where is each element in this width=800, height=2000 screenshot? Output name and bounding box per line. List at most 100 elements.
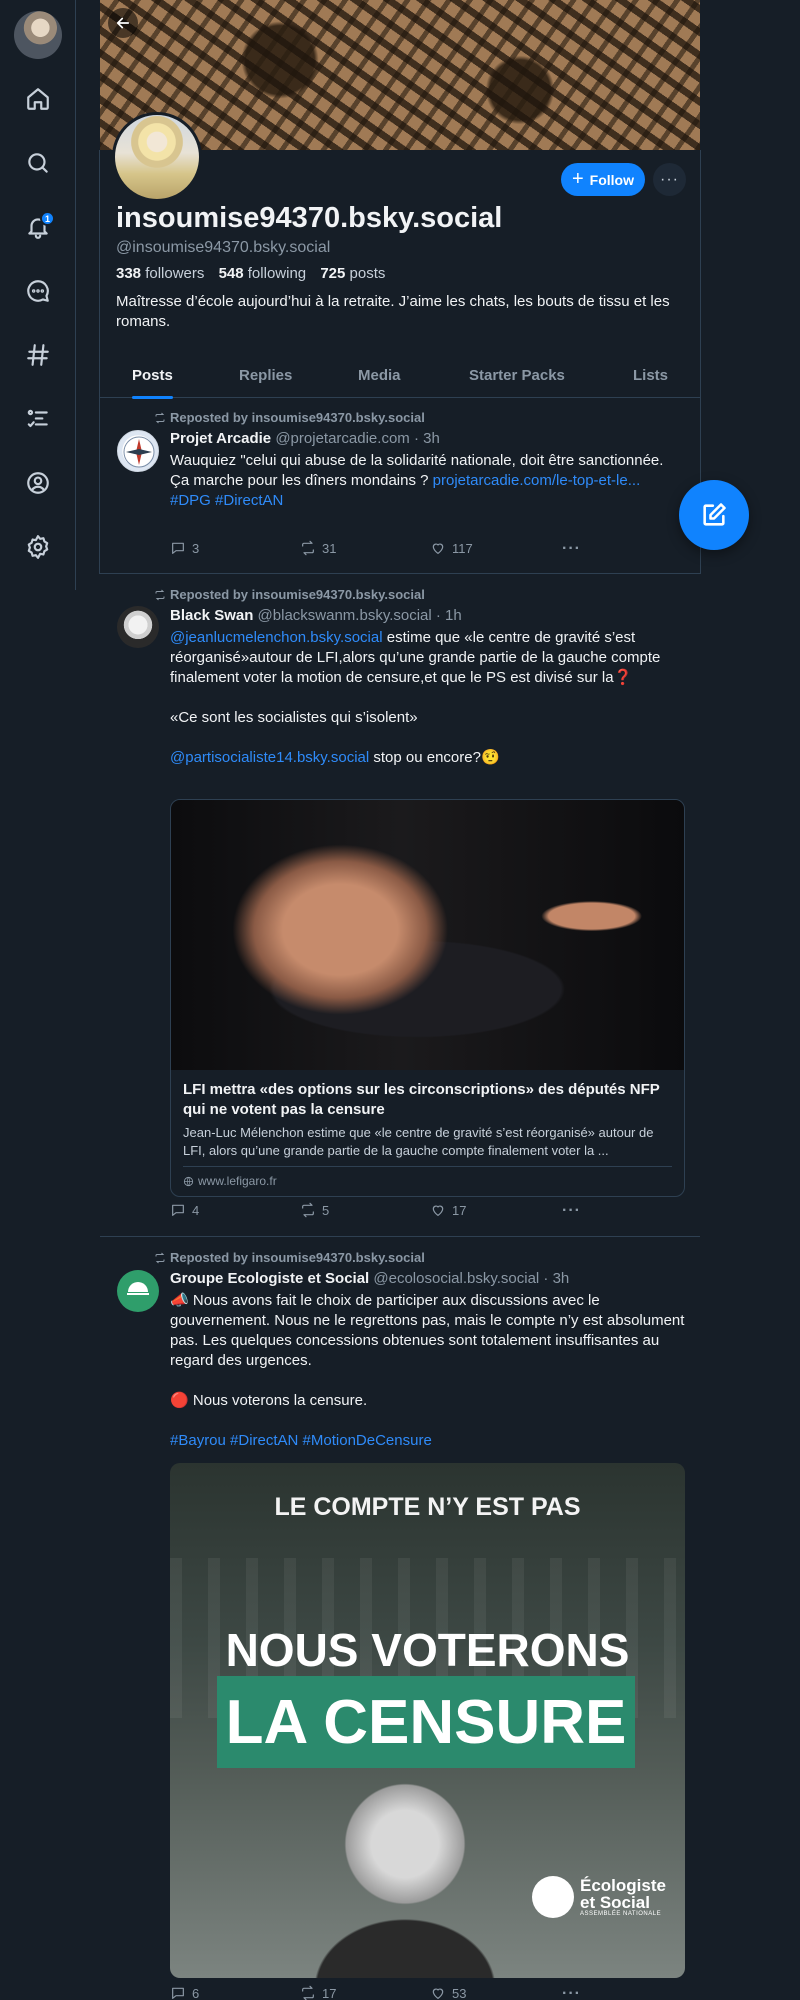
settings-icon[interactable] bbox=[14, 523, 62, 571]
post-text-fragment: stop ou encore? bbox=[369, 749, 481, 766]
repost-icon bbox=[155, 1252, 165, 1263]
current-user-avatar[interactable] bbox=[14, 11, 62, 59]
post-author-handle[interactable]: @blackswanm.bsky.social bbox=[258, 607, 432, 624]
link-preview-card[interactable]: LFI mettra «des options sur les circonsc… bbox=[170, 799, 685, 1197]
post-author-avatar[interactable] bbox=[117, 606, 159, 648]
post-text-paragraph: @partisocialiste14.bsky.social stop ou e… bbox=[170, 748, 685, 768]
profile-handle: @insoumise94370.bsky.social bbox=[116, 239, 331, 256]
post-text-fragment: Nous avons fait le choix de participer a… bbox=[170, 1292, 685, 1369]
repost-indicator: Reposted by insoumise94370.bsky.social bbox=[154, 1250, 425, 1265]
compose-button[interactable] bbox=[679, 480, 749, 550]
post-author-line: Black Swan @blackswanm.bsky.social · 1h bbox=[170, 607, 462, 624]
compass-icon bbox=[123, 436, 155, 468]
repost-button[interactable]: 5 bbox=[300, 1202, 329, 1218]
post-hashtags[interactable]: #Bayrou #DirectAN #MotionDeCensure bbox=[170, 1431, 685, 1451]
followers-count[interactable]: 338 bbox=[116, 265, 141, 282]
red-circle-emoji: 🔴 bbox=[170, 1392, 189, 1409]
following-label[interactable]: following bbox=[248, 265, 306, 282]
post-text: Wauquiez "celui qui abuse de la solidari… bbox=[170, 451, 685, 511]
repost-icon bbox=[302, 1202, 314, 1218]
repost-button[interactable]: 17 bbox=[300, 1985, 336, 2000]
list-icon[interactable] bbox=[14, 395, 62, 443]
tab-media[interactable]: Media bbox=[358, 352, 401, 398]
reply-icon bbox=[172, 1204, 184, 1216]
profile-display-name: insoumise94370.bsky.social bbox=[116, 202, 503, 234]
like-count: 17 bbox=[452, 1202, 467, 1218]
post-author-handle[interactable]: @ecolosocial.bsky.social bbox=[373, 1270, 539, 1287]
profile-icon[interactable] bbox=[14, 459, 62, 507]
repost-count: 17 bbox=[322, 1985, 337, 2000]
tab-starter-packs[interactable]: Starter Packs bbox=[469, 352, 565, 398]
post-author-name[interactable]: Projet Arcadie bbox=[170, 430, 271, 447]
following-count[interactable]: 548 bbox=[219, 265, 244, 282]
ecologist-logo-icon bbox=[127, 1282, 149, 1295]
bell-icon[interactable]: 1 bbox=[14, 203, 62, 251]
reply-button[interactable]: 3 bbox=[170, 540, 199, 556]
chat-icon[interactable] bbox=[14, 267, 62, 315]
home-icon[interactable] bbox=[14, 75, 62, 123]
tab-lists[interactable]: Lists bbox=[633, 352, 668, 398]
profile-column: + Follow ··· insoumise94370.bsky.social … bbox=[100, 0, 700, 2000]
repost-icon bbox=[155, 589, 165, 600]
post-author-name[interactable]: Groupe Ecologiste et Social bbox=[170, 1270, 369, 1287]
post-time[interactable]: · 1h bbox=[436, 607, 462, 624]
link-preview-title: LFI mettra «des options sur les circonsc… bbox=[183, 1081, 660, 1118]
repost-icon bbox=[155, 412, 165, 423]
hashtag-icon[interactable] bbox=[14, 331, 62, 379]
post-mention[interactable]: @partisocialiste14.bsky.social bbox=[170, 749, 369, 766]
link-preview-domain: www.lefigaro.fr bbox=[183, 1166, 672, 1196]
posts-label: posts bbox=[349, 265, 386, 282]
post-text-paragraph: @jeanlucmelenchon.bsky.social estime que… bbox=[170, 628, 685, 688]
back-button[interactable] bbox=[108, 8, 138, 38]
post-text-line: Wauquiez "celui qui abuse de la solidari… bbox=[170, 452, 664, 469]
post-text-line: Ça marche pour les dîners mondains ? pro… bbox=[170, 471, 685, 491]
profile-avatar[interactable] bbox=[112, 112, 202, 202]
like-button[interactable]: 117 bbox=[430, 540, 473, 556]
repost-label[interactable]: Reposted by insoumise94370.bsky.social bbox=[170, 1250, 425, 1265]
post-actions: 6 17 53 ··· bbox=[170, 1985, 590, 2000]
tab-posts[interactable]: Posts bbox=[132, 352, 173, 399]
heart-icon bbox=[432, 1205, 444, 1216]
follow-button[interactable]: + Follow bbox=[561, 163, 645, 196]
feed-post[interactable]: Reposted by insoumise94370.bsky.social P… bbox=[100, 398, 700, 573]
post-text-paragraph: 📣 Nous avons fait le choix de participer… bbox=[170, 1291, 685, 1371]
reply-button[interactable]: 4 bbox=[170, 1202, 199, 1218]
like-count: 117 bbox=[452, 540, 473, 556]
repost-label[interactable]: Reposted by insoumise94370.bsky.social bbox=[170, 587, 425, 602]
more-options-button[interactable]: ··· bbox=[653, 163, 686, 196]
post-time[interactable]: · 3h bbox=[543, 1270, 569, 1287]
like-button[interactable]: 17 bbox=[430, 1202, 466, 1218]
raised-eyebrow-emoji: 🤨 bbox=[480, 749, 500, 766]
post-link[interactable]: projetarcadie.com/le-top-et-le... bbox=[433, 472, 641, 489]
repost-button[interactable]: 31 bbox=[300, 540, 336, 556]
post-time[interactable]: · 3h bbox=[414, 430, 440, 447]
search-icon[interactable] bbox=[14, 139, 62, 187]
repost-label[interactable]: Reposted by insoumise94370.bsky.social bbox=[170, 410, 425, 425]
feed-post[interactable]: Reposted by insoumise94370.bsky.social B… bbox=[100, 574, 700, 1236]
post-more-button[interactable]: ··· bbox=[562, 1202, 581, 1220]
post-author-handle[interactable]: @projetarcadie.com bbox=[275, 430, 409, 447]
tab-replies[interactable]: Replies bbox=[239, 352, 292, 398]
logo-subtitle: ASSEMBLÉE NATIONALE bbox=[580, 1911, 662, 1917]
post-hashtags[interactable]: #DPG #DirectAN bbox=[170, 491, 685, 511]
repost-icon bbox=[302, 1985, 314, 2000]
reply-count: 6 bbox=[192, 1985, 200, 2000]
followers-label[interactable]: followers bbox=[145, 265, 204, 282]
post-author-avatar[interactable] bbox=[117, 430, 159, 472]
feed-post[interactable]: Reposted by insoumise94370.bsky.social G… bbox=[100, 1237, 700, 2000]
reply-button[interactable]: 6 bbox=[170, 1985, 199, 2000]
post-author-name[interactable]: Black Swan bbox=[170, 607, 253, 624]
post-more-button[interactable]: ··· bbox=[562, 1985, 581, 2000]
post-mention[interactable]: @jeanlucmelenchon.bsky.social bbox=[170, 629, 383, 646]
post-image[interactable]: LE COMPTE N’Y EST PAS NOUS VOTERONS LA C… bbox=[170, 1463, 685, 1978]
logo-text-block: Écologiste et Social ASSEMBLÉE NATIONALE bbox=[580, 1877, 666, 1917]
post-text-paragraph: «Ce sont les socialistes qui s’isolent» bbox=[170, 709, 418, 726]
post-more-button[interactable]: ··· bbox=[562, 540, 581, 558]
repost-indicator: Reposted by insoumise94370.bsky.social bbox=[154, 410, 425, 425]
image-portrait bbox=[300, 1748, 510, 1978]
post-author-avatar[interactable] bbox=[117, 1270, 159, 1312]
like-button[interactable]: 53 bbox=[430, 1985, 466, 2000]
logo-text-line: et Social bbox=[580, 1893, 650, 1912]
profile-bio: Maîtresse d’école aujourd’hui à la retra… bbox=[116, 293, 670, 330]
plus-icon: + bbox=[571, 167, 584, 190]
